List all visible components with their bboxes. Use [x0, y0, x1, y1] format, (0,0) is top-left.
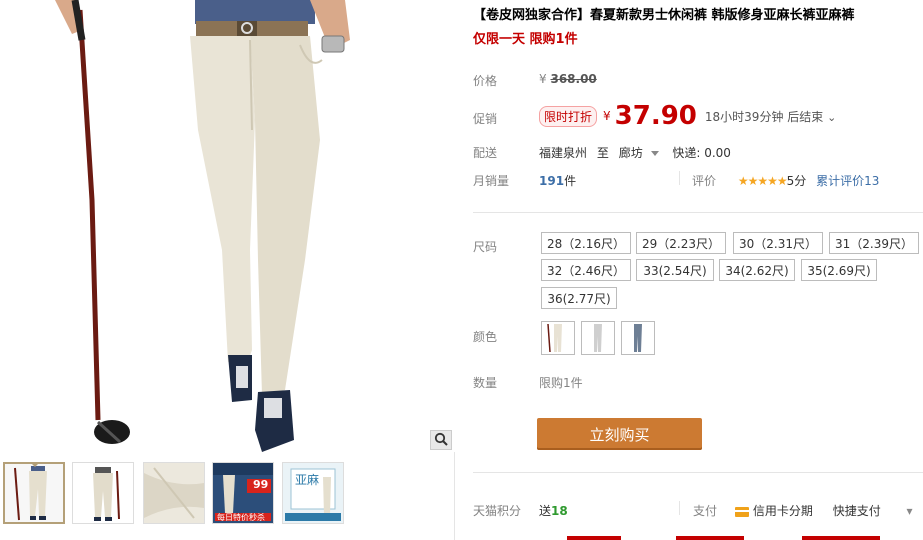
- current-price: 37.90: [614, 101, 697, 131]
- color-swatch-blue-image: [622, 322, 654, 354]
- quick-pay[interactable]: 快捷支付: [833, 504, 881, 518]
- shipping-to-word: 至: [596, 146, 609, 160]
- color-swatch-blue[interactable]: [621, 321, 655, 355]
- credit-card-icon: [734, 506, 749, 517]
- rating-label: 评价: [692, 174, 717, 188]
- model-in-pants-illustration: [55, 0, 350, 452]
- color-swatch-beige-image: [542, 322, 574, 354]
- sales-divider: [679, 171, 680, 185]
- promo-label: 促销: [473, 112, 498, 126]
- sales-label: 月销量: [473, 174, 510, 188]
- quantity-limit: 限购1件: [539, 376, 583, 390]
- size-option-28[interactable]: 28（2.16尺）: [541, 232, 631, 254]
- shipping-destination: 廊坊: [618, 146, 643, 160]
- promo-price-row: 限时打折 ¥ 37.90 18小时39分钟 后结束 ⌄: [539, 100, 836, 132]
- color-swatch-gray[interactable]: [581, 321, 615, 355]
- price-label: 价格: [473, 74, 498, 88]
- chevron-down-icon: ⌄: [827, 110, 837, 124]
- original-price-value: 368.00: [550, 72, 597, 86]
- size-option-33[interactable]: 33(2.54尺): [636, 259, 714, 281]
- size-label: 尺码: [473, 240, 498, 254]
- rating-stars: ★★★★★: [737, 174, 788, 188]
- credit-installment[interactable]: 信用卡分期: [734, 504, 817, 518]
- thumbnail-3[interactable]: [143, 462, 205, 524]
- section-divider-2: [473, 472, 923, 473]
- thumbnail-1[interactable]: [3, 462, 65, 524]
- rating-info: 评价 ★★★★★5分 累计评价13: [692, 172, 879, 189]
- rating-score: 5分: [786, 174, 807, 188]
- current-price-yen: ¥: [603, 109, 611, 123]
- size-option-31[interactable]: 31（2.39尺）: [829, 232, 919, 254]
- shipping-destination-select[interactable]: 廊坊: [619, 146, 663, 160]
- size-option-29[interactable]: 29（2.23尺）: [636, 232, 726, 254]
- thumbnail-1-image: [14, 466, 47, 521]
- sales-count: 191: [539, 174, 565, 188]
- payment-options: 支付 信用卡分期 快捷支付 ▾: [693, 502, 913, 519]
- product-gallery: 99 每日特价秒杀 亚麻: [0, 0, 455, 540]
- thumbnail-strip: 99 每日特价秒杀 亚麻: [0, 462, 455, 528]
- points-value: 18: [551, 504, 568, 518]
- thumbnail-5-badge-title: 亚麻: [295, 473, 320, 487]
- more-payment-arrow-icon[interactable]: ▾: [907, 504, 913, 518]
- original-price-yen: ¥: [539, 72, 547, 86]
- points-send: 送: [539, 504, 552, 518]
- monthly-sales: 191件: [539, 172, 576, 189]
- size-option-36[interactable]: 36(2.77尺): [541, 287, 617, 309]
- shipping-label: 配送: [473, 146, 498, 160]
- product-title[interactable]: 【卷皮网独家合作】春夏新款男士休闲裤 韩版修身亚麻长裤亚麻裤: [473, 6, 923, 26]
- points-value-row: 送18: [539, 502, 568, 519]
- original-price: ¥ 368.00: [539, 72, 597, 86]
- section-divider-1: [473, 212, 923, 213]
- buy-now-button[interactable]: 立刻购买: [537, 418, 702, 450]
- shipping-info: 福建泉州 至 廊坊 快递: 0.00: [539, 144, 731, 161]
- payment-label: 支付: [693, 504, 718, 518]
- magnifier-icon: [434, 432, 448, 449]
- main-product-image[interactable]: [0, 0, 455, 452]
- caret-down-icon: [650, 151, 659, 156]
- shipping-from: 福建泉州: [539, 146, 588, 160]
- points-label: 天猫积分: [473, 504, 522, 518]
- express-fee: 快递: 0.00: [672, 146, 731, 160]
- thumbnail-4-badge: 99: [253, 478, 269, 491]
- size-option-34[interactable]: 34(2.62尺): [719, 259, 795, 281]
- thumbnail-2-image: [93, 467, 120, 521]
- bottom-tag-3: [802, 536, 880, 540]
- countdown-timer[interactable]: 18小时39分钟 后结束 ⌄: [705, 108, 836, 125]
- color-swatch-beige[interactable]: [541, 321, 575, 355]
- sales-unit: 件: [564, 174, 577, 188]
- bottom-tag-2: [676, 536, 744, 540]
- size-option-30[interactable]: 30（2.31尺）: [733, 232, 823, 254]
- thumbnail-2[interactable]: [72, 462, 134, 524]
- quantity-label: 数量: [473, 376, 498, 390]
- thumbnail-4-caption: 每日特价秒杀: [217, 513, 265, 522]
- size-option-35[interactable]: 35(2.69尺): [801, 259, 877, 281]
- countdown-text: 18小时39分钟 后结束: [704, 109, 824, 124]
- zoom-button[interactable]: [430, 430, 452, 450]
- thumbnail-4[interactable]: 99 每日特价秒杀: [212, 462, 274, 524]
- credit-installment-text: 信用卡分期: [752, 504, 813, 518]
- bottom-tag-1: [567, 536, 621, 540]
- promo-tag: 限时打折: [539, 105, 598, 127]
- color-label: 颜色: [473, 330, 498, 344]
- size-option-32[interactable]: 32（2.46尺）: [541, 259, 631, 281]
- thumbnail-3-image: [144, 463, 204, 523]
- thumbnail-5[interactable]: 亚麻: [282, 462, 344, 524]
- product-subtitle: 仅限一天 限购1件: [473, 32, 578, 47]
- color-swatch-gray-image: [582, 322, 614, 354]
- payment-divider: [679, 501, 680, 515]
- total-reviews-link[interactable]: 累计评价13: [816, 174, 879, 188]
